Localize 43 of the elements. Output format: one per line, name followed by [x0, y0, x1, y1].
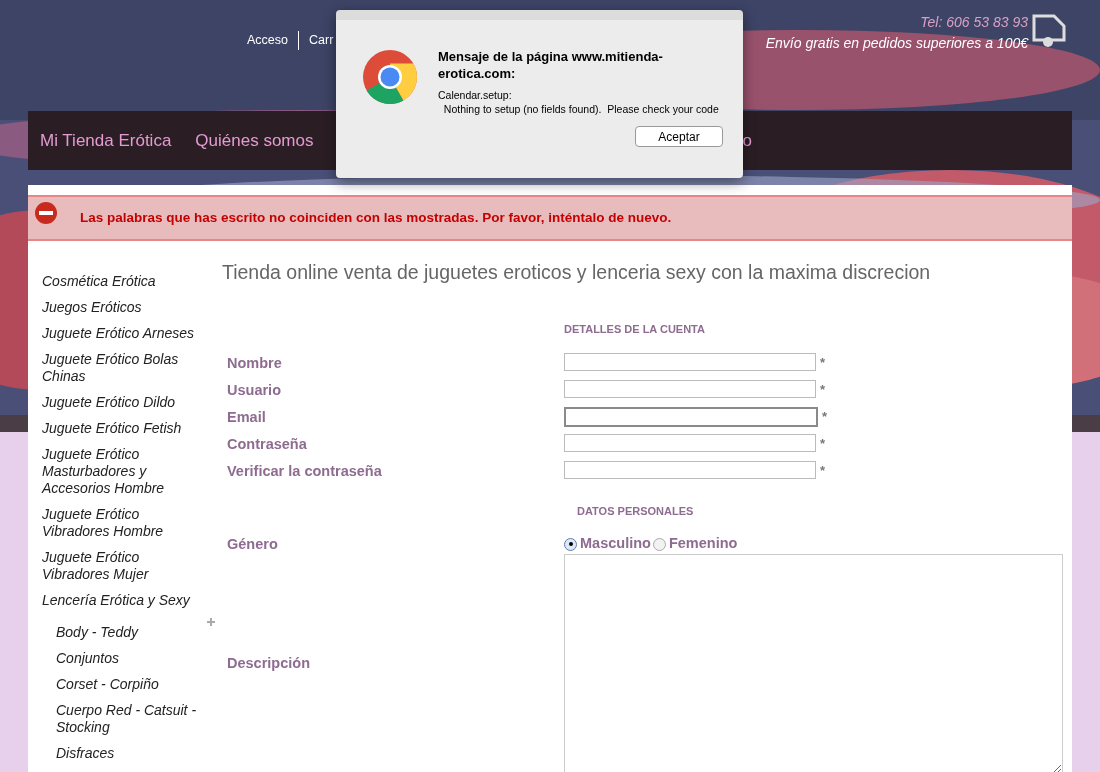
required-mark: * [820, 353, 826, 372]
radio-option[interactable]: Femenino [652, 533, 738, 555]
sidebar-item[interactable]: Juguete Erótico Fetish [42, 415, 202, 441]
header-link[interactable]: Carr [298, 31, 334, 50]
sidebar-item[interactable]: Juguete Erótico Masturbadores y Accesorios Hombre [42, 441, 202, 501]
dialog-title: Mensaje de la página www.mitienda-erotica.com: [438, 48, 664, 82]
sidebar-item[interactable]: Lencería Erótica y Sexy [42, 587, 202, 613]
sidebar-item[interactable]: Conjuntos [56, 645, 216, 671]
radio-option[interactable]: Masculino [564, 533, 651, 555]
sidebar-item[interactable]: Body - Teddy [56, 619, 216, 645]
nav-link[interactable]: Mi Tienda Erótica [40, 127, 172, 154]
sidebar-item[interactable]: Corset - Corpiño [56, 671, 216, 697]
sidebar-item[interactable]: Cosmética Erótica [42, 268, 202, 294]
phone-number: Tel: 606 53 83 93 [920, 13, 1028, 32]
sidebar-item[interactable]: Juguete Erótico Bolas Chinas [42, 346, 202, 389]
sidebar-item[interactable]: Juguete Erótico Vibradores Hombre [42, 501, 202, 544]
field-label: Nombre [226, 353, 283, 373]
nav-link[interactable]: o [742, 127, 752, 154]
required-mark: * [822, 407, 828, 426]
nav-link[interactable]: Quiénes somos [195, 127, 314, 154]
shipping-note: Envío gratis en pedidos superiores a 100€ [765, 34, 1028, 53]
accept-button[interactable]: Aceptar [635, 126, 723, 147]
required-mark: * [820, 380, 826, 399]
sidebar-item[interactable]: Juegos Eróticos [42, 294, 202, 320]
field-label: Usuario [226, 380, 282, 400]
section-heading: DATOS PERSONALES [576, 503, 695, 519]
error-message: Las palabras que has escrito no coinciden con las mostradas. Por favor, inténtalo de nuevo. [80, 208, 672, 227]
field-label: Verificar la contraseña [226, 461, 383, 481]
dialog-message: Calendar.setup: Nothing to setup (no fields found). Please check your code [438, 89, 720, 116]
header-link[interactable]: Acceso [247, 31, 298, 50]
sidebar-item[interactable]: Disfraces [56, 740, 216, 766]
sidebar-item[interactable]: Juguete Erótico Dildo [42, 389, 202, 415]
field-label: Descripción [226, 653, 311, 673]
required-mark: * [820, 461, 826, 480]
sidebar-item[interactable]: Juguete Erótico Vibradores Mujer [42, 544, 202, 587]
field-label: Contraseña [226, 434, 308, 454]
field-label: Género [226, 535, 279, 553]
page-title: Tienda online venta de juguetes eroticos y lenceria sexy con la maxima discrecion [222, 261, 932, 283]
section-heading: DETALLES DE LA CUENTA [564, 322, 706, 337]
required-mark: * [820, 434, 826, 453]
field-label: Email [226, 407, 267, 427]
sidebar-item[interactable]: Juguete Erótico Arneses [42, 320, 202, 346]
sidebar-item[interactable]: Cuerpo Red - Catsuit - Stocking [56, 697, 216, 740]
